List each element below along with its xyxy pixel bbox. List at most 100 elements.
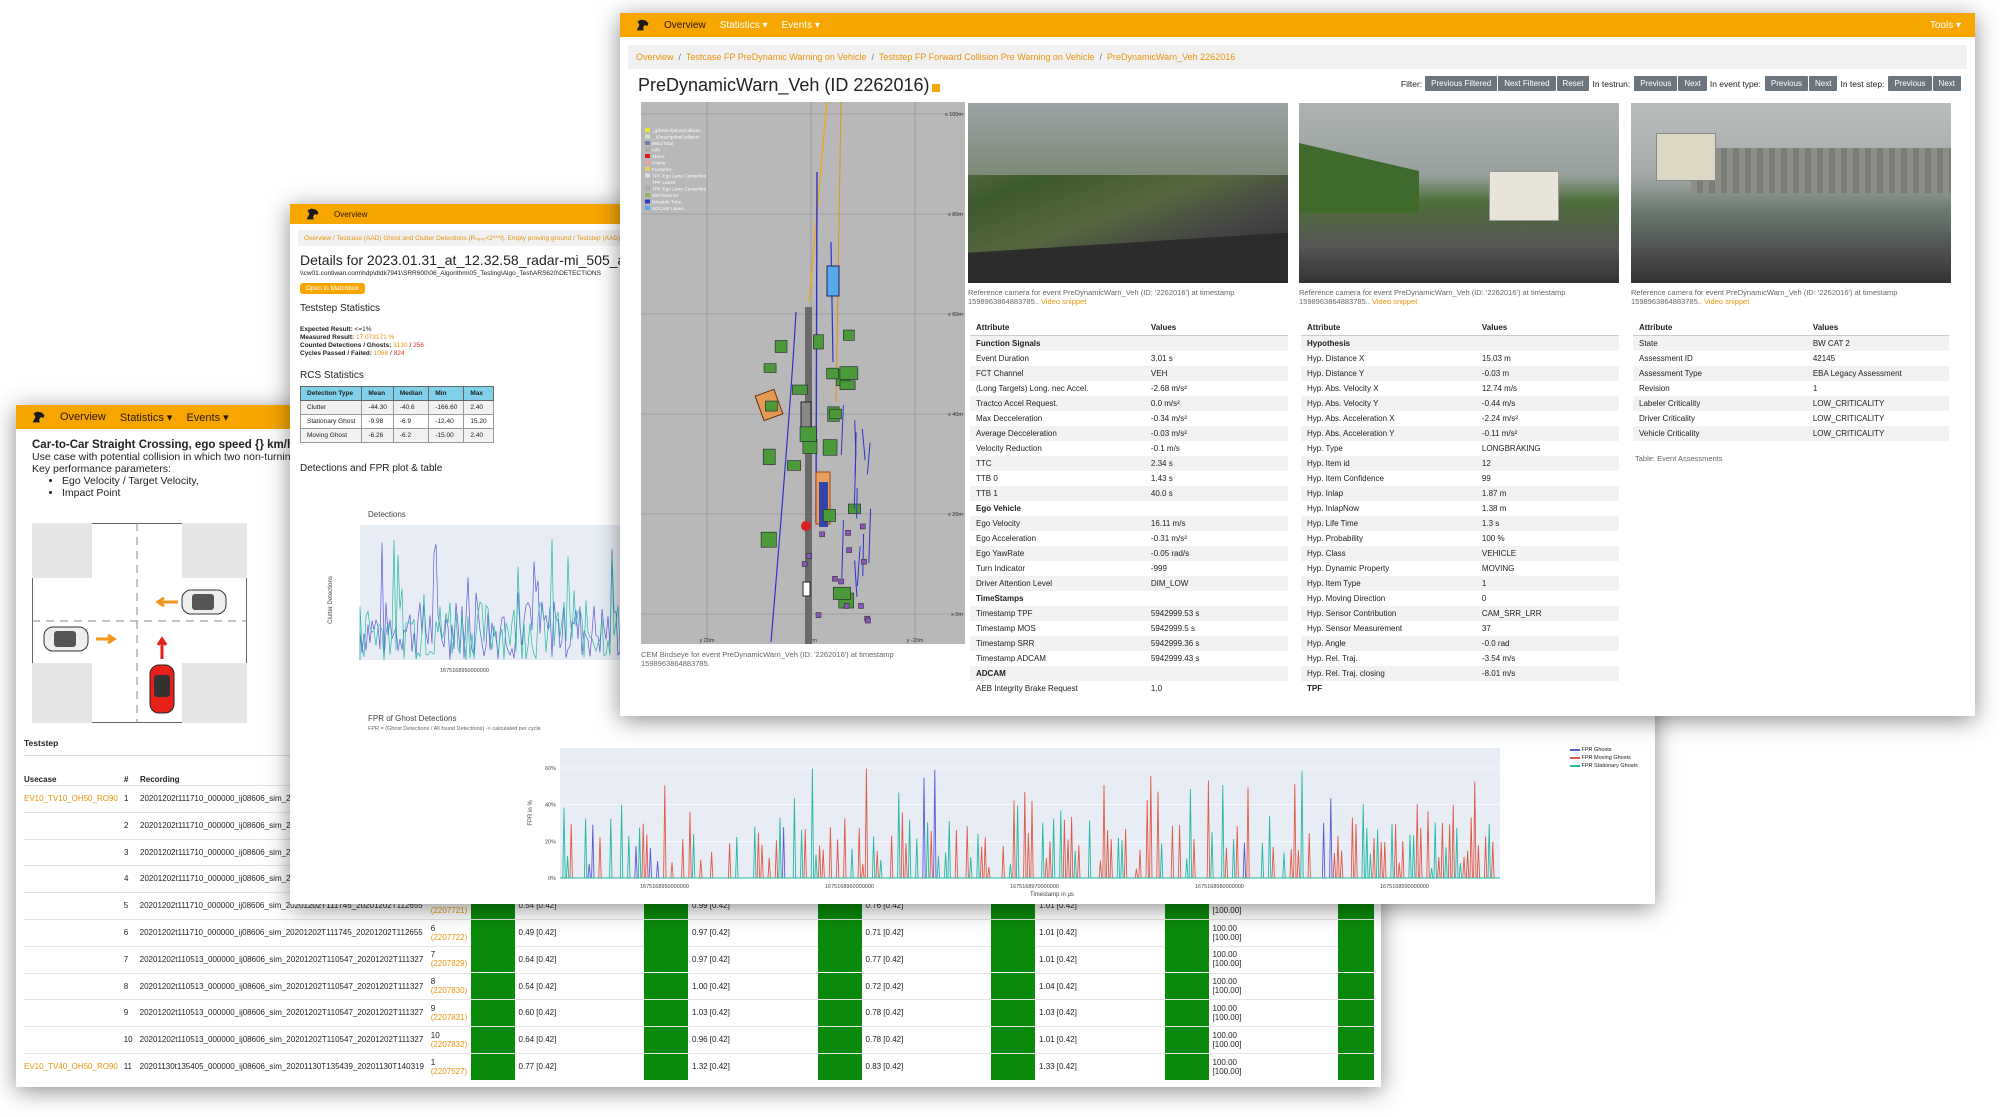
row-number: 6: [123, 928, 129, 937]
testrun-next-button[interactable]: Next: [1678, 76, 1707, 91]
nav-statistics[interactable]: Statistics ▾: [120, 411, 173, 424]
attribute-row: Hyp. Rel. Traj. closing -8.01 m/s: [1301, 666, 1619, 681]
stationary-object: [762, 448, 776, 465]
nav-tools[interactable]: Tools ▾: [1930, 20, 1961, 31]
horse-logo-icon[interactable]: [634, 17, 652, 33]
attribute-row: Hyp. Item Confidence 99: [1307, 474, 1491, 483]
stationary-object: [843, 329, 855, 341]
grid-label: y 20m: [700, 638, 715, 644]
previous-filtered-button[interactable]: Previous Filtered: [1425, 76, 1498, 91]
grid-label: x 20m: [948, 512, 963, 518]
attribute-row: State BW CAT 2: [1633, 335, 1949, 351]
run-link[interactable]: (2207722): [431, 933, 471, 942]
attribute-row: Hyp. Abs. Acceleration Y -0.11 m/s²: [1301, 426, 1619, 441]
radar-point: [858, 603, 864, 609]
nav-statistics[interactable]: Statistics ▾: [720, 20, 768, 31]
run-link[interactable]: (2207830): [431, 986, 471, 995]
passed-cell: PASSED: [470, 1053, 515, 1080]
test-step-next-button[interactable]: Next: [1932, 76, 1961, 91]
attribute-row: Hyp. Life Time 1.3 s: [1301, 516, 1619, 531]
x-tick-label: 1675168950000000: [640, 884, 689, 890]
kpi-value: 0.77 [0.42]: [865, 954, 904, 964]
run-link[interactable]: (2207831): [431, 1013, 471, 1022]
run-id: 7 (2207829): [431, 950, 471, 968]
stationary-object: [822, 439, 838, 456]
legend-item: ADCAM Lanes: [652, 206, 684, 212]
run-link[interactable]: (2207829): [431, 959, 471, 968]
test-step-previous-button[interactable]: Previous: [1888, 76, 1932, 91]
x-tick-label: 1675168970000000: [1010, 884, 1059, 890]
stationary-object: [839, 366, 859, 380]
rcs-row: Stationary Ghost -9.98 -6.9 -12.40 15.20: [299, 414, 494, 429]
nav-events[interactable]: Events ▾: [186, 411, 228, 424]
kpi-value: 1.33 [0.42]: [1039, 1062, 1077, 1071]
run-id: 1 (2207527): [431, 1058, 471, 1076]
attribute-row: Hyp. Class VEHICLE: [1301, 546, 1619, 561]
kpi-value: 0.97 [0.42]: [692, 954, 730, 964]
kpi-value: 0.49 [0.42]: [518, 928, 557, 937]
attribute-row: AEB Integrity Brake Request 1.0: [976, 684, 1163, 693]
passed-cell: PASSED: [1338, 919, 1375, 946]
horse-logo-icon[interactable]: [304, 206, 322, 222]
passed-cell: PASSED: [644, 1053, 689, 1080]
event-type-previous-button[interactable]: Previous: [1764, 76, 1809, 91]
section-header-row: TPF: [1307, 684, 1323, 693]
next-filtered-button[interactable]: Next Filtered: [1498, 76, 1556, 91]
rcs-column-header: Median: [392, 386, 430, 401]
kpi-percent: 100.00[100.00]: [1212, 923, 1242, 942]
passed-cell: PASSED: [644, 999, 689, 1026]
kpi-value: 1.01 [0.42]: [1039, 954, 1077, 964]
stationary-object: [839, 380, 856, 390]
open-in-matchbox-button[interactable]: Open in Matchbox: [300, 283, 365, 294]
attribute-row: (Long Targets) Long. nec Accel. -2.68 m/s…: [976, 384, 1187, 393]
attribute-row: Ego YawRate -0.05 rad/s: [970, 546, 1288, 561]
column-header-values: Values: [1475, 320, 1619, 336]
usecase-link[interactable]: EV10_TV40_OH50_RO90: [24, 1062, 124, 1071]
attribute-row: Hyp. Type LONGBRAKING: [1307, 444, 1541, 453]
nav-overview[interactable]: Overview: [60, 411, 106, 423]
radar-point: [815, 612, 822, 618]
y-tick-label: 0%: [548, 876, 556, 882]
legend-item: _gtDescriptionCollision: [651, 128, 701, 134]
nav-overview[interactable]: Overview: [334, 210, 367, 219]
breadcrumb-overview[interactable]: Overview: [636, 52, 674, 62]
passed-cell: PASSED: [470, 919, 515, 946]
video-snippet-link[interactable]: Video snippet: [1704, 297, 1749, 306]
row-number: 3: [124, 847, 129, 857]
legend-fpr-stationary: FPR Stationary Ghosts: [1570, 762, 1638, 770]
event-type-next-button[interactable]: Next: [1809, 76, 1838, 91]
passed-cell: PASSED: [644, 973, 689, 1000]
attribute-row: Assessment Type EBA Legacy Assessment: [1633, 366, 1949, 381]
run-link[interactable]: (2207721): [431, 906, 471, 915]
target-car-left: [43, 626, 89, 652]
kpi-value: 0.72 [0.42]: [865, 981, 904, 991]
column-header-attribute: Attribute: [1633, 320, 1807, 336]
passed-cell: PASSED: [470, 946, 515, 973]
run-link[interactable]: (2207832): [431, 1040, 471, 1049]
in-testrun-label: In testrun:: [1592, 78, 1631, 89]
attribute-row: Event Duration 3.01 s: [976, 354, 1173, 363]
nav-events[interactable]: Events ▾: [782, 20, 820, 31]
reset-button[interactable]: Reset: [1556, 76, 1590, 91]
video-snippet-link[interactable]: Video snippet: [1041, 297, 1086, 306]
bookmark-icon[interactable]: [932, 83, 941, 92]
horse-logo-icon[interactable]: [30, 409, 48, 425]
run-link[interactable]: (2207527): [431, 1067, 471, 1076]
attribute-row: Ego Velocity 16.11 m/s: [970, 516, 1288, 531]
recording-name: 20201202t111710_000000_ij08606_sim_20201…: [139, 928, 423, 937]
attribute-row: Driver Criticality LOW_CRITICALITY: [1639, 414, 1885, 423]
passed-cell: PASSED: [1164, 1026, 1209, 1053]
breadcrumb-testcase[interactable]: Testcase FP PreDynamic Warning on Vehicl…: [686, 52, 867, 62]
breadcrumb-teststep[interactable]: Teststep FP Forward Collision Pre Warnin…: [879, 52, 1095, 62]
row-number: 5: [123, 901, 129, 911]
breadcrumb-event[interactable]: PreDynamicWarn_Veh 2262016: [1107, 52, 1235, 62]
target-car-right: [181, 589, 227, 615]
radar-point: [861, 558, 867, 565]
radar-point: [801, 561, 808, 567]
usecase-link[interactable]: EV10_TV10_OH50_RO90: [24, 794, 124, 803]
attribute-row: Hyp. Abs. Velocity X 12.74 m/s: [1307, 384, 1518, 393]
video-snippet-link[interactable]: Video snippet: [1372, 297, 1417, 306]
nav-overview[interactable]: Overview: [664, 20, 706, 31]
testrun-previous-button[interactable]: Previous: [1634, 76, 1678, 91]
ego-car: [149, 664, 175, 714]
